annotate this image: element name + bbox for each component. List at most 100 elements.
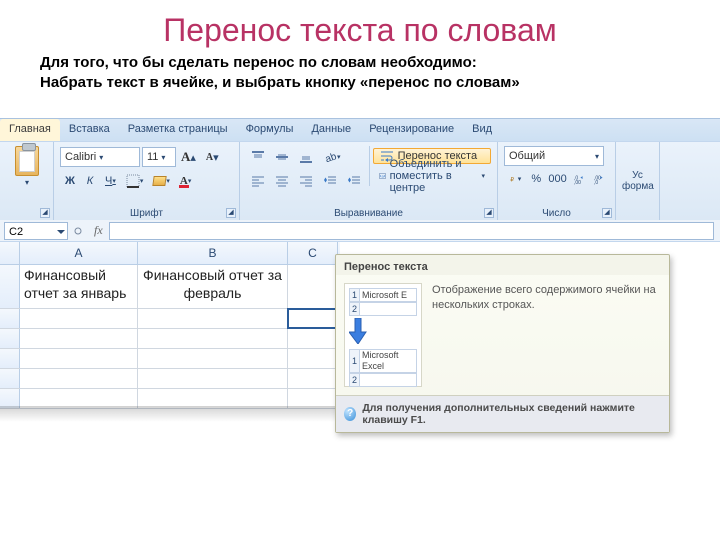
- increase-decimal-button[interactable]: ,0,00: [570, 169, 588, 189]
- clipboard-icon: [15, 146, 39, 176]
- align-left-button[interactable]: [247, 171, 269, 191]
- decrease-indent-button[interactable]: [319, 171, 341, 191]
- cell[interactable]: [138, 329, 288, 348]
- font-dialog-launcher[interactable]: ◢: [226, 208, 236, 218]
- paste-button[interactable]: ▾: [6, 146, 48, 187]
- help-icon: ?: [344, 407, 356, 421]
- ribbon: Главная Вставка Разметка страницы Формул…: [0, 118, 720, 222]
- font-size-select[interactable]: 11▾: [142, 147, 176, 167]
- row-header[interactable]: [0, 369, 20, 388]
- cell[interactable]: [288, 329, 338, 348]
- alignment-dialog-launcher[interactable]: ◢: [484, 208, 494, 218]
- row-4: [0, 349, 340, 369]
- tab-insert[interactable]: Вставка: [60, 119, 119, 141]
- formula-input[interactable]: [109, 222, 714, 240]
- comma-style-button[interactable]: 000: [547, 169, 568, 189]
- formula-bar: C2 fx: [0, 220, 720, 242]
- fx-icon[interactable]: fx: [94, 223, 103, 238]
- select-all-button[interactable]: [0, 242, 20, 264]
- tab-review[interactable]: Рецензирование: [360, 119, 463, 141]
- group-font: Calibri▾ 11▾ A▴ A▾ Ж К Ч▾ ▾ ▾ A▾ Шрифт ◢: [54, 142, 240, 221]
- cell-B1[interactable]: Финансовый отчет за февраль: [138, 265, 288, 308]
- group-number-label: Число: [498, 208, 615, 219]
- increase-indent-button[interactable]: [343, 171, 365, 191]
- accounting-format-button[interactable]: ₽▾: [505, 169, 525, 189]
- align-right-button[interactable]: [295, 171, 317, 191]
- cell[interactable]: [138, 309, 288, 328]
- svg-text:₽: ₽: [510, 176, 514, 183]
- cell[interactable]: [138, 349, 288, 368]
- group-styles-partial: Ус форма: [616, 142, 660, 221]
- tab-home[interactable]: Главная: [0, 119, 60, 141]
- cell[interactable]: [20, 309, 138, 328]
- number-dialog-launcher[interactable]: ◢: [602, 208, 612, 218]
- group-alignment-label: Выравнивание: [240, 208, 497, 219]
- bucket-icon: [153, 176, 167, 186]
- decrease-decimal-button[interactable]: ,00,0: [590, 169, 608, 189]
- orientation-button[interactable]: ab▾: [319, 147, 345, 167]
- align-center-button[interactable]: [271, 171, 293, 191]
- cell-C1[interactable]: [288, 265, 338, 308]
- underline-button[interactable]: Ч▾: [101, 171, 120, 191]
- row-2: [0, 309, 340, 329]
- wrap-text-tooltip: Перенос текста 1Microsoft E 2 1Microsoft…: [335, 254, 670, 433]
- worksheet: A B C Финансовый отчет за январь Финансо…: [0, 242, 340, 409]
- group-number: Общий▾ ₽▾ % 000 ,0,00 ,00,0 Число ◢: [498, 142, 616, 221]
- merge-icon: a: [379, 170, 386, 182]
- font-name-select[interactable]: Calibri▾: [60, 147, 140, 167]
- percent-button[interactable]: %: [527, 169, 545, 189]
- bold-button[interactable]: Ж: [61, 171, 79, 191]
- tab-data[interactable]: Данные: [302, 119, 360, 141]
- tooltip-title: Перенос текста: [336, 255, 669, 275]
- cell-C2-active[interactable]: [288, 309, 338, 328]
- tab-page-layout[interactable]: Разметка страницы: [119, 119, 237, 141]
- borders-button[interactable]: ▾: [122, 171, 148, 191]
- merge-center-button[interactable]: a Объединить и поместить в центре ▾: [373, 168, 491, 184]
- tooltip-illustration: 1Microsoft E 2 1Microsoft Excel 2: [344, 283, 422, 387]
- cell[interactable]: [288, 349, 338, 368]
- row-header[interactable]: [0, 309, 20, 328]
- down-arrow-icon: [349, 318, 367, 344]
- row-5: [0, 369, 340, 389]
- group-clipboard: ▾ ◢: [0, 142, 54, 221]
- slide-desc-line2: Набрать текст в ячейке, и выбрать кнопку…: [40, 74, 520, 91]
- font-color-button[interactable]: A▾: [176, 171, 195, 191]
- cell[interactable]: [20, 349, 138, 368]
- align-top-button[interactable]: [247, 147, 269, 167]
- cell-A1[interactable]: Финансовый отчет за январь: [20, 265, 138, 308]
- name-box[interactable]: C2: [4, 222, 68, 240]
- tooltip-footer: ? Для получения дополнительных сведений …: [336, 395, 669, 432]
- tab-view[interactable]: Вид: [463, 119, 501, 141]
- italic-button[interactable]: К: [81, 171, 99, 191]
- cell[interactable]: [138, 369, 288, 388]
- svg-text:ab: ab: [324, 151, 337, 164]
- fill-color-button[interactable]: ▾: [149, 171, 174, 191]
- grow-font-button[interactable]: A▴: [177, 147, 200, 167]
- tooltip-body-text: Отображение всего содержимого ячейки на …: [432, 283, 661, 387]
- ribbon-tabs: Главная Вставка Разметка страницы Формул…: [0, 119, 720, 141]
- column-header-C[interactable]: C: [288, 242, 338, 264]
- cell[interactable]: [20, 369, 138, 388]
- column-header-B[interactable]: B: [138, 242, 288, 264]
- column-header-A[interactable]: A: [20, 242, 138, 264]
- group-alignment: ab▾ Перенос текста: [240, 142, 498, 221]
- formula-bar-expand[interactable]: [69, 223, 87, 239]
- ribbon-body: ▾ ◢ Calibri▾ 11▾ A▴ A▾ Ж К Ч▾ ▾ ▾ A▾ Ш: [0, 141, 720, 221]
- svg-text:,0: ,0: [594, 180, 598, 186]
- sheet-shadow: [0, 406, 340, 422]
- group-font-label: Шрифт: [54, 208, 239, 219]
- tab-formulas[interactable]: Формулы: [237, 119, 303, 141]
- row-1: Финансовый отчет за январь Финансовый от…: [0, 265, 340, 309]
- row-header[interactable]: [0, 329, 20, 348]
- paste-dropdown-icon[interactable]: ▾: [25, 178, 29, 187]
- number-format-select[interactable]: Общий▾: [504, 146, 604, 166]
- slide-title: Перенос текста по словам: [0, 0, 720, 53]
- row-header[interactable]: [0, 349, 20, 368]
- cell[interactable]: [20, 329, 138, 348]
- align-bottom-button[interactable]: [295, 147, 317, 167]
- row-header[interactable]: [0, 265, 20, 308]
- align-middle-button[interactable]: [271, 147, 293, 167]
- clipboard-dialog-launcher[interactable]: ◢: [40, 208, 50, 218]
- cell[interactable]: [288, 369, 338, 388]
- shrink-font-button[interactable]: A▾: [202, 147, 223, 167]
